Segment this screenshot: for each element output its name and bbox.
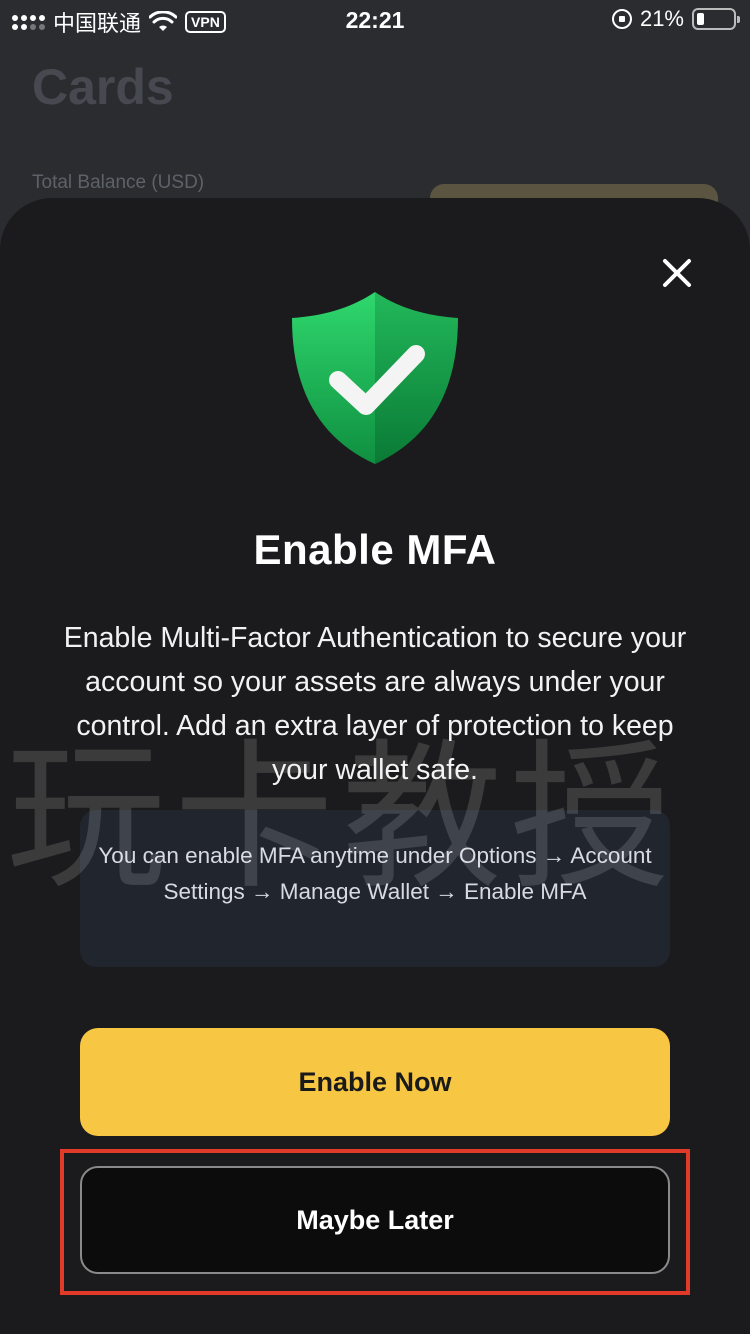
maybe-later-button[interactable]: Maybe Later <box>80 1166 670 1274</box>
rotation-lock-icon <box>611 9 632 29</box>
page-title: Cards <box>32 59 174 115</box>
status-right: 21% <box>611 6 740 32</box>
enable-now-button[interactable]: Enable Now <box>80 1028 670 1136</box>
hint-text: You can enable MFA anytime under Options… <box>98 843 652 904</box>
modal-description: Enable Multi-Factor Authentication to se… <box>63 622 687 786</box>
modal-title: Enable MFA <box>253 526 497 573</box>
total-balance-label: Total Balance (USD) <box>32 172 205 193</box>
close-icon[interactable] <box>656 252 698 294</box>
status-bar: 中国联通 VPN 22:21 21% <box>0 0 750 40</box>
battery-percent: 21% <box>639 6 684 31</box>
shield-check-icon <box>292 292 458 464</box>
battery-icon <box>692 8 740 30</box>
mfa-modal-sheet: Enable MFA Enable Multi-Factor Authentic… <box>0 198 750 1334</box>
